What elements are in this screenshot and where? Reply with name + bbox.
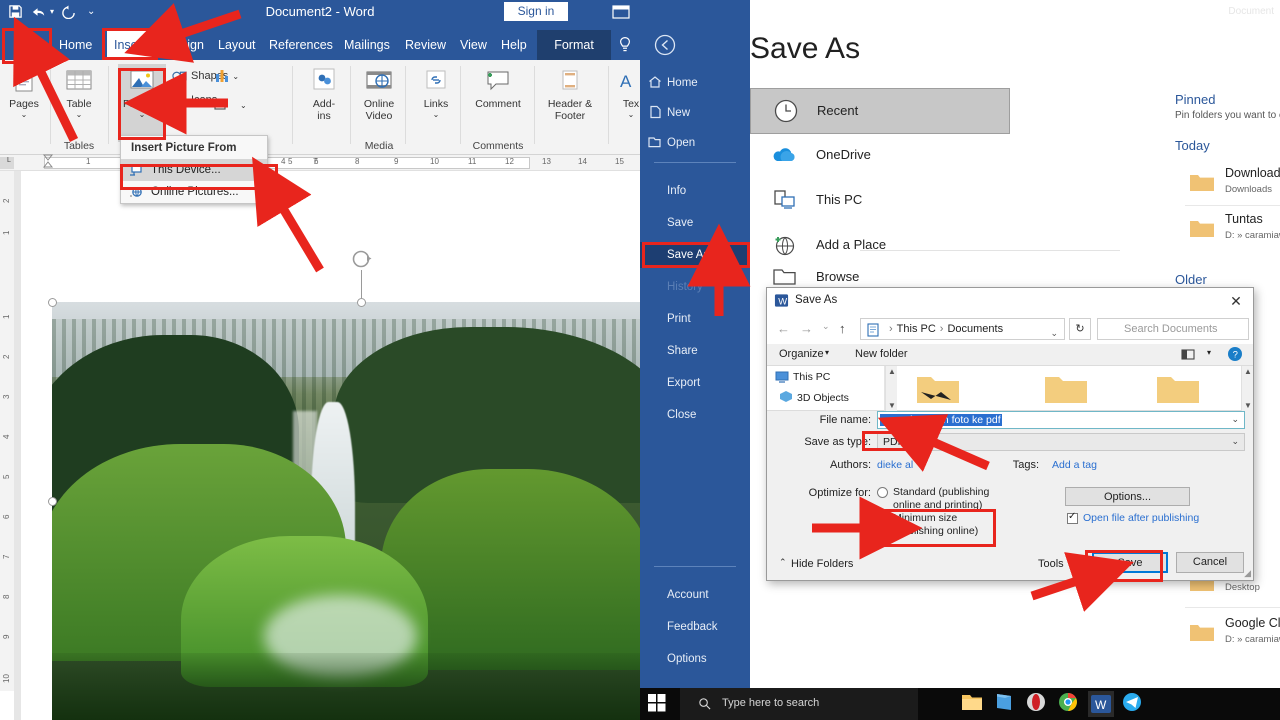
store-icon[interactable] xyxy=(992,691,1018,717)
annotation-arrows xyxy=(13,3,1134,612)
telegram-icon[interactable] xyxy=(1120,691,1146,717)
taskbar-search-input[interactable]: Type here to search xyxy=(680,688,918,720)
taskbar-app-icons: W xyxy=(960,688,1146,720)
arrow-to-save-button xyxy=(1030,552,1134,612)
file-explorer-icon[interactable] xyxy=(960,691,986,717)
opera-icon[interactable] xyxy=(1024,691,1050,717)
chrome-icon[interactable] xyxy=(1056,691,1082,717)
word-icon[interactable]: W xyxy=(1088,691,1114,717)
arrow-to-pdf-type xyxy=(877,414,990,472)
arrow-to-this-device xyxy=(252,156,324,273)
taskbar: Type here to search W xyxy=(640,688,1280,720)
start-icon[interactable] xyxy=(648,694,666,712)
search-icon xyxy=(699,698,711,710)
arrow-to-insert-tab xyxy=(124,3,242,63)
svg-text:W: W xyxy=(1095,698,1107,712)
arrow-to-file-tab xyxy=(13,16,79,142)
taskbar-search-placeholder: Type here to search xyxy=(722,697,820,709)
